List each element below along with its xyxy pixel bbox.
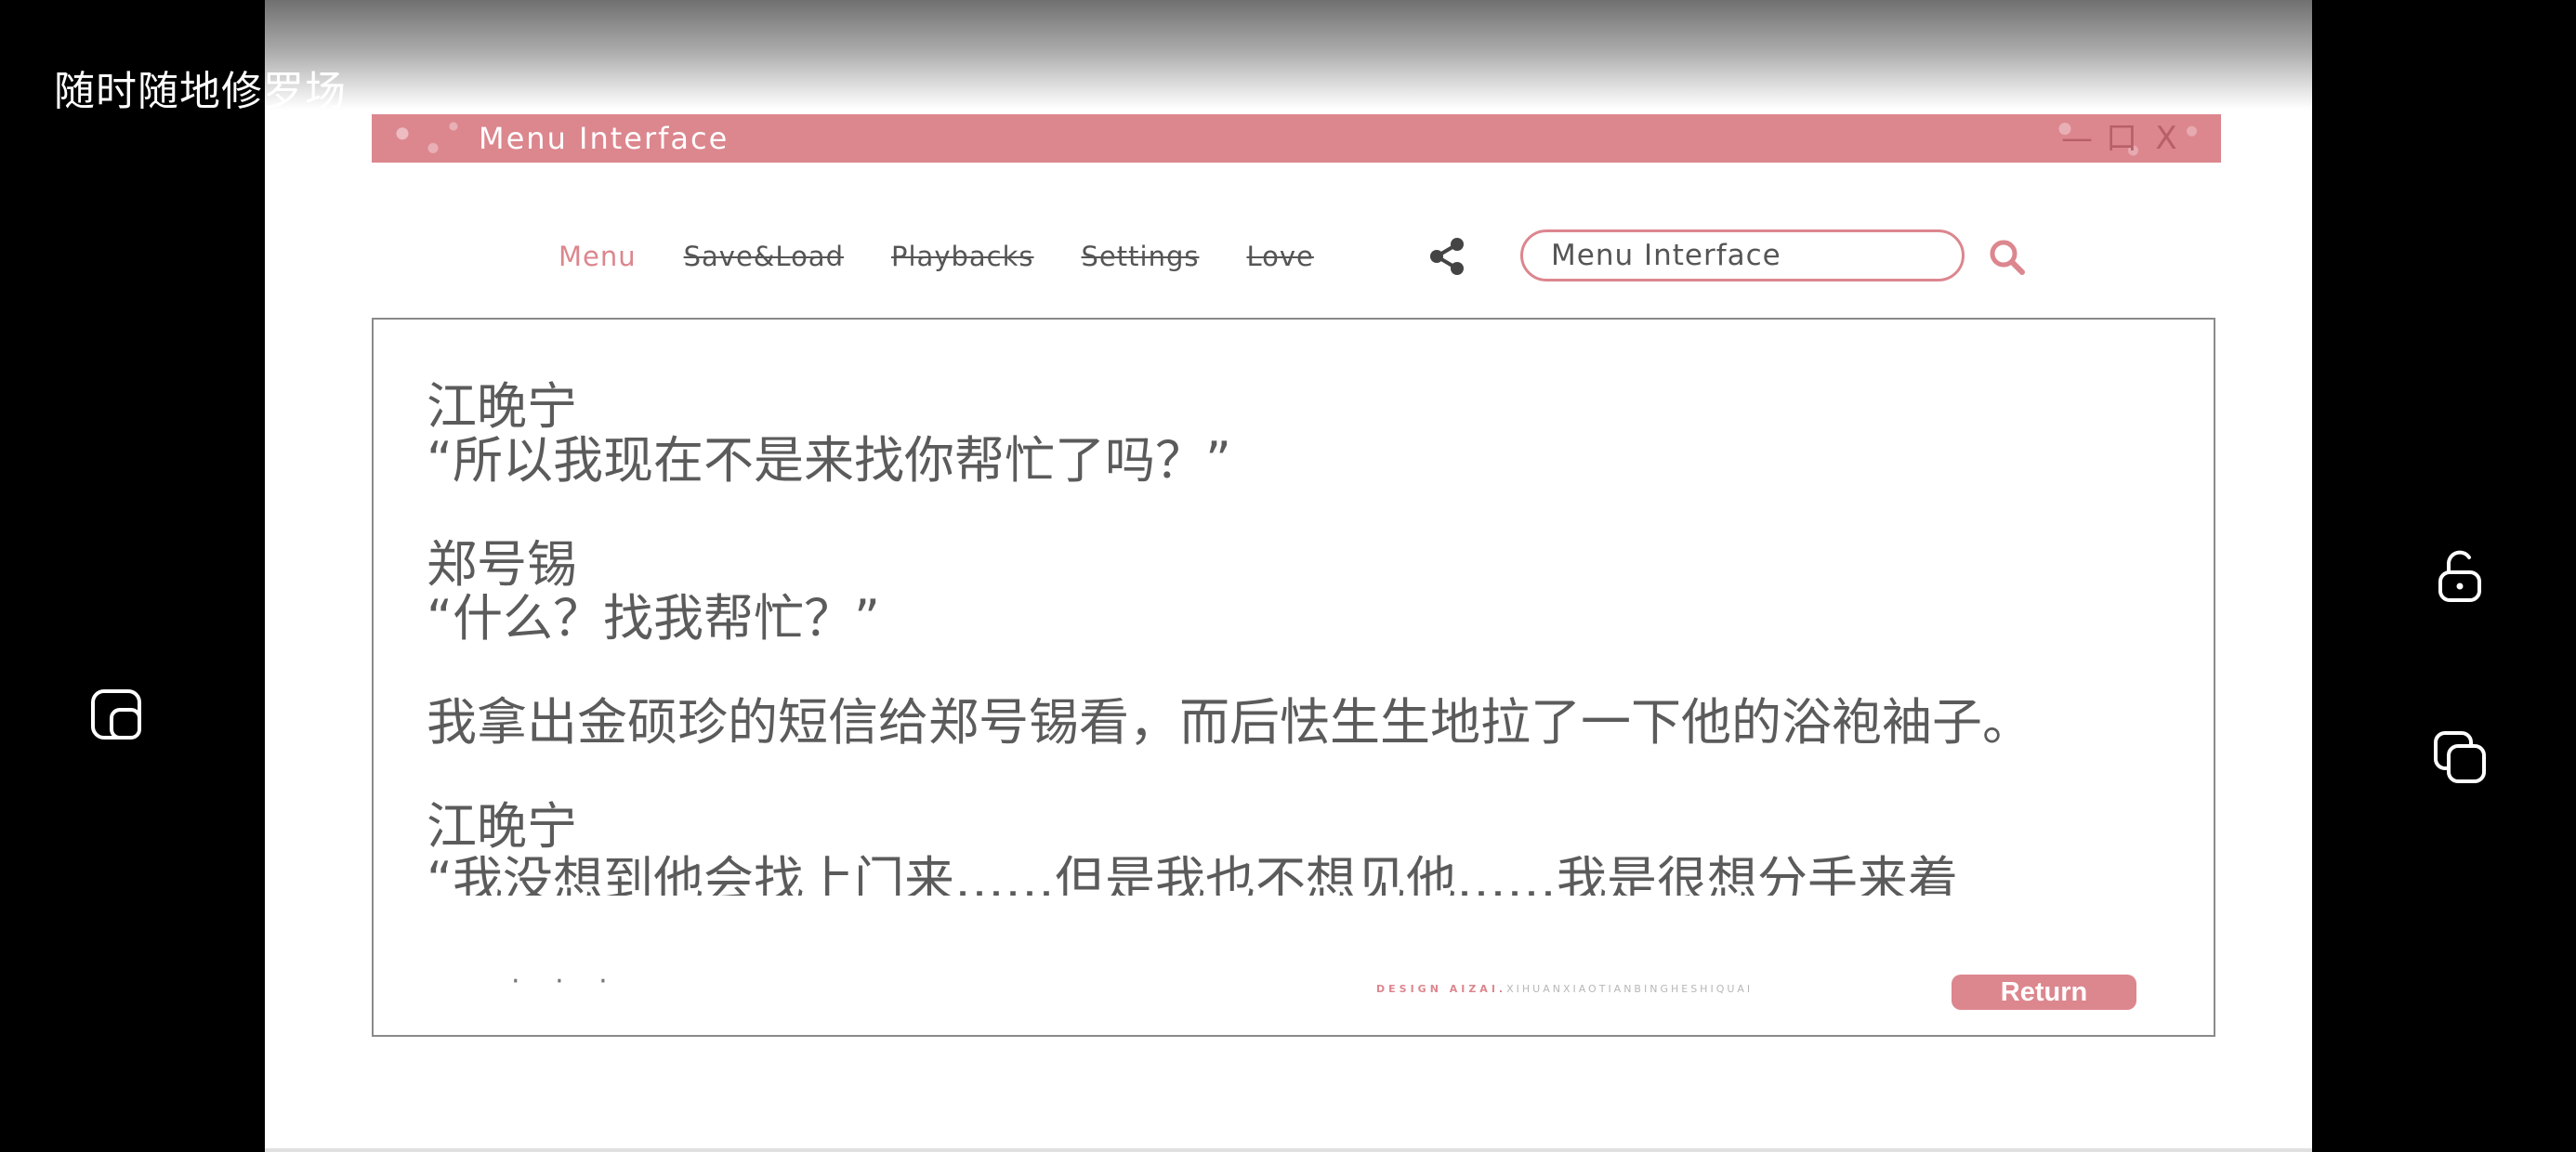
speaker-name: 江晚宁	[427, 797, 577, 856]
minimize-button[interactable]: —	[2059, 118, 2095, 159]
dialogue-entry: 江晚宁 “我没想到他会找上门来……但是我也不想见他……我是很想分手来着	[427, 797, 2164, 897]
nav-menu[interactable]: Menu	[559, 241, 637, 272]
window-titlebar: Menu Interface — 口 X	[372, 114, 2221, 163]
more-dots: · · ·	[511, 965, 621, 998]
share-icon[interactable]	[1425, 234, 1469, 279]
dialogue-entry: 江晚宁 “所以我现在不是来找你帮忙了吗？”	[427, 380, 2164, 488]
window-controls: — 口 X	[2059, 118, 2184, 159]
search-icon[interactable]	[1986, 236, 2029, 279]
window-switch-icon[interactable]	[2432, 729, 2488, 785]
game-viewport: Menu Interface — 口 X Menu Save&Load Play…	[265, 0, 2312, 1152]
dialogue-entry: 郑号锡 “什么？找我帮忙？”	[427, 538, 2164, 646]
design-credit: DESIGN AIZAI.XIHUANXIAOTIANBINGHESHIQUAI	[1376, 983, 1753, 995]
dialogue-entry: 我拿出金硕珍的短信给郑号锡看，而后怯生生地拉了一下他的浴袍袖子。	[427, 696, 2164, 750]
main-nav: Menu Save&Load Playbacks Settings Love	[559, 238, 1361, 275]
speaker-name: 郑号锡	[427, 535, 577, 594]
close-button[interactable]: X	[2149, 118, 2184, 159]
design-label: DESIGN AIZAI.	[1376, 983, 1507, 995]
search-input[interactable]	[1520, 229, 1965, 281]
dialogue-line: “所以我现在不是来找你帮忙了吗？”	[427, 431, 1231, 490]
dialogue-line: “什么？找我帮忙？”	[427, 589, 880, 648]
overlay-caption: 随时随地修罗场	[54, 68, 347, 115]
maximize-button[interactable]: 口	[2104, 118, 2139, 159]
screenshot-icon[interactable]	[89, 687, 145, 743]
design-sub: XIHUANXIAOTIANBINGHESHIQUAI	[1506, 983, 1754, 995]
bottom-divider	[265, 1148, 2312, 1152]
unlock-icon[interactable]	[2432, 548, 2488, 604]
dialogue-log[interactable]: 江晚宁 “所以我现在不是来找你帮忙了吗？” 郑号锡 “什么？找我帮忙？” 我拿出…	[427, 380, 2164, 896]
dialogue-line: “我没想到他会找上门来……但是我也不想见他……我是很想分手来着	[427, 851, 1958, 897]
dialogue-panel: 江晚宁 “所以我现在不是来找你帮忙了吗？” 郑号锡 “什么？找我帮忙？” 我拿出…	[372, 318, 2215, 1037]
top-shade	[265, 0, 2312, 110]
nav-love[interactable]: Love	[1246, 241, 1313, 272]
screen: 随时随地修罗场 Menu Interface — 口 X Menu Save&L…	[0, 0, 2576, 1152]
narration-line: 我拿出金硕珍的短信给郑号锡看，而后怯生生地拉了一下他的浴袍袖子。	[427, 693, 2032, 752]
speaker-name: 江晚宁	[427, 380, 577, 436]
return-button[interactable]: Return	[1952, 975, 2136, 1010]
nav-settings[interactable]: Settings	[1082, 241, 1200, 272]
window-title: Menu Interface	[479, 121, 729, 156]
nav-playbacks[interactable]: Playbacks	[891, 241, 1034, 272]
nav-save-load[interactable]: Save&Load	[684, 241, 844, 272]
